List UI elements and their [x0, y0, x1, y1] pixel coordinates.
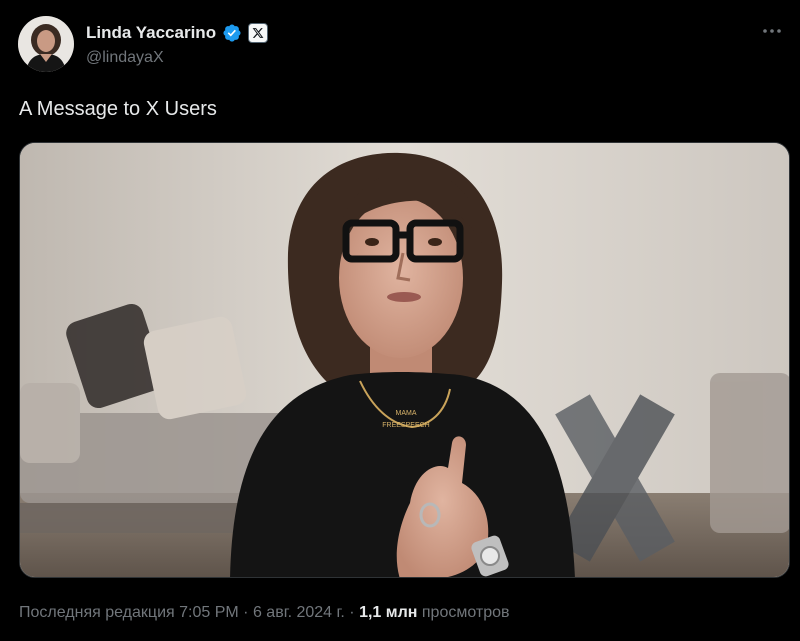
author-handle[interactable]: @lindayaX [86, 49, 164, 67]
meta-separator-2: · [349, 604, 355, 621]
views-count: 1,1 млн [359, 604, 418, 621]
video-thumbnail: MAMA FREESPEECH [20, 143, 789, 577]
verified-badge-icon[interactable] [222, 23, 242, 43]
more-horizontal-icon [763, 29, 781, 33]
more-options-button[interactable] [758, 20, 786, 42]
author-name-row: Linda Yaccarino [86, 21, 269, 45]
tweet-meta: Последняя редакция 7:05 PM · 6 авг. 2024… [19, 604, 510, 622]
tweet: Linda Yaccarino @lindayaX A Message to X… [0, 0, 800, 641]
necklace-text-2: FREESPEECH [382, 422, 429, 429]
x-logo-icon[interactable] [248, 23, 269, 43]
avatar[interactable] [18, 16, 74, 72]
meta-separator: · [243, 604, 249, 621]
tweet-text: A Message to X Users [19, 98, 217, 120]
author-display-name[interactable]: Linda Yaccarino [86, 23, 216, 43]
necklace-text-1: MAMA [396, 410, 417, 417]
tweet-date[interactable]: 6 авг. 2024 г. [253, 604, 345, 621]
avatar-image [18, 16, 74, 72]
tweet-time[interactable]: 7:05 PM [179, 604, 239, 621]
views-label: просмотров [421, 604, 510, 621]
edited-label[interactable]: Последняя редакция [19, 604, 175, 621]
tweet-video[interactable]: MAMA FREESPEECH [19, 142, 790, 578]
